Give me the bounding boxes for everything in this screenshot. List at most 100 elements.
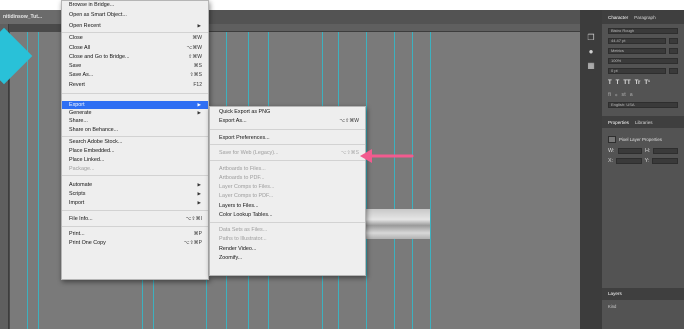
y-label: Y: [644, 157, 650, 164]
leading-field[interactable] [669, 37, 678, 44]
file-menu-item-close-and-go-to-bridge[interactable]: Close and Go to Bridge... ⇧⌘W [62, 53, 208, 61]
brush-icon[interactable]: ● [587, 48, 595, 56]
export-submenu-item-render-video[interactable]: Render Video... [210, 245, 365, 253]
small-caps-button[interactable]: Tr [635, 80, 641, 86]
vertical-scale-field[interactable]: 100% [608, 57, 678, 64]
file-menu-item-save[interactable]: Save ⌘S [62, 62, 208, 70]
document-tab[interactable]: nitidinsow_Tut... [0, 10, 62, 24]
file-menu-item-import[interactable]: Import ▶ [62, 199, 208, 207]
file-menu-item-search-adobe-stock[interactable]: Search Adobe Stock... [62, 138, 208, 146]
tracking-field[interactable] [669, 47, 678, 54]
file-menu-item-revert[interactable]: Revert F12 [62, 81, 208, 89]
guide-line[interactable] [430, 32, 431, 329]
guide-line[interactable] [38, 32, 39, 329]
export-submenu-item-color-lookup-tables[interactable]: Color Lookup Tables... [210, 211, 365, 219]
menu-item-label: Open Recent [69, 23, 101, 29]
file-menu-item-place-embedded[interactable]: Place Embedded... [62, 147, 208, 155]
width-field[interactable] [617, 147, 643, 154]
swatches-icon[interactable]: ▦ [587, 62, 595, 70]
export-submenu-item-layers-to-files[interactable]: Layers to Files... [210, 202, 365, 210]
file-menu-item-open-as-smart-object[interactable]: Open as Smart Object... [62, 11, 208, 19]
font-family-field[interactable]: Bistro Rough [608, 27, 678, 34]
file-menu-item-export[interactable]: Export ▶ [62, 101, 208, 109]
file-menu-item-print-one-copy[interactable]: Print One Copy ⌥⇧⌘P [62, 239, 208, 247]
stylistic-button[interactable]: st [621, 92, 625, 98]
type-style-buttons: T T TT Tr T¹ [608, 79, 678, 86]
export-submenu-item-export-as[interactable]: Export As... ⌥⇧⌘W [210, 117, 365, 125]
faux-italic-button[interactable]: T [616, 80, 620, 86]
guide-line[interactable] [366, 32, 367, 329]
file-menu-item-file-info[interactable]: File Info... ⌥⇧⌘I [62, 215, 208, 223]
file-menu-item-close[interactable]: Close ⌘W [62, 34, 208, 42]
menu-item-label: Place Linked... [69, 157, 105, 163]
export-submenu-item-data-sets-as-files: Data Sets as Files... [210, 226, 365, 234]
submenu-arrow-icon: ▶ [197, 191, 201, 196]
swash-button[interactable]: ℴ [615, 92, 617, 98]
export-submenu-item-quick-export-as-png[interactable]: Quick Export as PNG [210, 108, 365, 116]
menu-item-label: Zoomify... [219, 255, 243, 261]
layers-panel-title[interactable]: Layers [602, 288, 684, 300]
export-submenu: Quick Export as PNG Export As... ⌥⇧⌘W Expor… [209, 106, 366, 276]
color-swatch[interactable] [669, 67, 678, 74]
file-menu-item-print[interactable]: Print... ⌘P [62, 230, 208, 238]
language-select[interactable]: English: USA [608, 101, 678, 108]
fi-ligature-button[interactable]: fi [608, 92, 611, 98]
menu-item-label: Save As... [69, 72, 94, 78]
height-field[interactable] [653, 147, 678, 154]
file-menu-item-automate[interactable]: Automate ▶ [62, 181, 208, 189]
file-menu-item-share-on-behance[interactable]: Share on Behance... [62, 126, 208, 134]
menu-item-label: Data Sets as Files... [219, 227, 268, 233]
guide-line[interactable] [412, 32, 413, 329]
y-field[interactable] [652, 157, 679, 164]
export-submenu-item-export-preferences[interactable]: Export Preferences... [210, 134, 365, 142]
menu-item-label: Place Embedded... [69, 148, 115, 154]
guide-line[interactable] [394, 32, 395, 329]
file-menu-item-open-recent[interactable]: Open Recent ▶ [62, 22, 208, 30]
file-menu-item-share[interactable]: Share... [62, 117, 208, 125]
file-menu-item-place-linked[interactable]: Place Linked... [62, 156, 208, 164]
superscript-button[interactable]: T¹ [644, 80, 650, 86]
menu-item-label: Export [69, 102, 85, 108]
file-menu-item-close-all[interactable]: Close All ⌥⌘W [62, 44, 208, 52]
baseline-shift-field[interactable]: 0 pt [608, 67, 666, 74]
tab-libraries[interactable]: Libraries [635, 120, 653, 125]
menu-separator [210, 144, 365, 145]
menu-item-label: Layers to Files... [219, 203, 259, 209]
menu-item-label: Close and Go to Bridge... [69, 54, 130, 60]
history-icon[interactable]: ❐ [587, 34, 595, 42]
kerning-field[interactable]: Metrics [608, 47, 666, 54]
font-size-field[interactable]: 44.47 pt [608, 37, 666, 44]
menu-item-label: Layer Comps to PDF... [219, 193, 274, 199]
submenu-arrow-icon: ▶ [197, 200, 201, 205]
faux-bold-button[interactable]: T [608, 80, 612, 86]
layers-filter[interactable]: Kind [608, 304, 678, 311]
menu-item-label: Save [69, 63, 82, 69]
submenu-arrow-icon: ▶ [197, 110, 201, 115]
kerning-row: Metrics [608, 47, 678, 54]
pixel-layer-row: Pixel Layer Properties [608, 134, 678, 144]
menu-item-shortcut: ⇧⌘W [188, 54, 202, 60]
file-menu-item-package: Package... [62, 165, 208, 173]
tab-properties[interactable]: Properties [608, 120, 629, 125]
export-submenu-item-paths-to-illustrator: Paths to Illustrator... [210, 235, 365, 243]
tab-paragraph[interactable]: Paragraph [634, 15, 655, 20]
menu-separator [210, 160, 365, 161]
canvas-image-layer[interactable] [364, 209, 430, 239]
file-menu-item-generate[interactable]: Generate ▶ [62, 109, 208, 117]
guide-line[interactable] [27, 32, 28, 329]
menu-item-label: Automate [69, 182, 93, 188]
file-menu-item-save-as[interactable]: Save As... ⇧⌘S [62, 71, 208, 79]
file-menu-item-browse-in-bridge[interactable]: Browse in Bridge... [62, 1, 208, 9]
tab-character[interactable]: Character [608, 15, 628, 20]
menu-item-label: Generate [69, 110, 92, 116]
wh-row: W: H: [608, 147, 678, 154]
x-label: X: [608, 157, 614, 164]
ordinal-button[interactable]: a [630, 92, 633, 98]
file-menu-item-scripts[interactable]: Scripts ▶ [62, 190, 208, 198]
all-caps-button[interactable]: TT [623, 80, 630, 86]
menu-item-label: Search Adobe Stock... [69, 139, 123, 145]
x-field[interactable] [616, 157, 642, 164]
export-submenu-item-zoomify[interactable]: Zoomify... [210, 254, 365, 262]
menu-separator [62, 226, 208, 227]
h-label: H: [645, 147, 651, 154]
